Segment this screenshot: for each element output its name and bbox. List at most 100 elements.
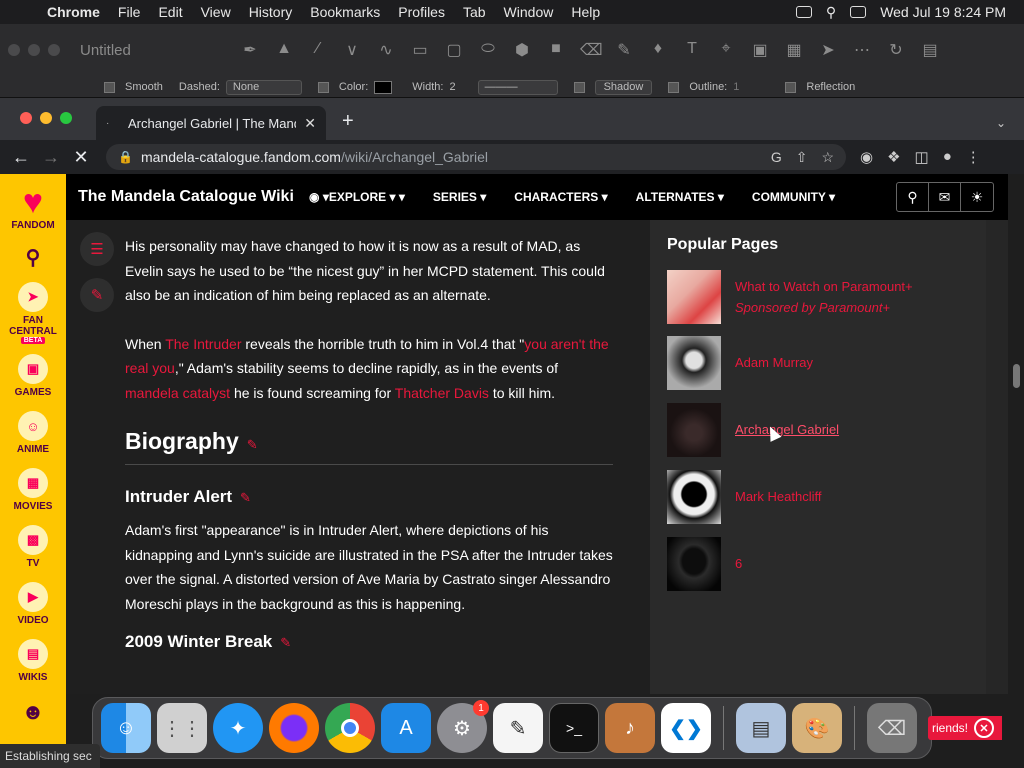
toc-button[interactable]: ☰ <box>80 232 114 266</box>
archangel-gabriel-thumbnail[interactable] <box>667 403 721 457</box>
crop-tool-icon[interactable]: ⌖ <box>716 40 736 60</box>
menu-view[interactable]: View <box>192 4 240 20</box>
bookmark-star-icon[interactable]: ☆ <box>821 149 834 166</box>
forward-icon[interactable]: → <box>36 147 66 168</box>
rotate-icon[interactable]: ↻ <box>886 40 906 60</box>
nav-characters[interactable]: CHARACTERS <box>514 190 607 204</box>
outline-field[interactable]: 1 <box>733 81 739 93</box>
side-panel-icon[interactable]: ◫ <box>915 148 929 166</box>
tab-search-chevron-icon[interactable]: ⌄ <box>996 116 1006 130</box>
image-icon[interactable]: ▤ <box>920 40 940 60</box>
close-tab-icon[interactable]: ✕ <box>304 115 316 132</box>
menu-window[interactable]: Window <box>495 4 563 20</box>
preview-icon[interactable]: ▤ <box>736 703 786 753</box>
google-lens-icon[interactable]: G <box>771 149 782 166</box>
popular-page-link[interactable]: What to Watch on Paramount+ <box>735 276 913 297</box>
discussions-icon[interactable]: ✉ <box>929 183 961 211</box>
popular-page-item[interactable]: 6 <box>667 537 742 591</box>
pencil-tool-icon[interactable]: ✎ <box>614 40 634 60</box>
selection-tool-icon[interactable]: ▦ <box>784 40 804 60</box>
popular-page-item[interactable]: Mark Heathcliff <box>667 470 821 524</box>
popular-page-item[interactable]: Archangel Gabriel <box>667 403 839 457</box>
popular-page-link[interactable]: Archangel Gabriel <box>735 403 839 457</box>
line-style-select[interactable]: ——— <box>477 79 558 95</box>
menubar-clock[interactable]: Wed Jul 19 8:24 PM <box>880 4 1006 20</box>
link-thatcher-davis[interactable]: Thatcher Davis <box>395 385 489 401</box>
curve-tool-icon[interactable]: ∿ <box>376 40 396 60</box>
resize-tool-icon[interactable]: ▣ <box>750 40 770 60</box>
address-bar[interactable]: 🔒 mandela-catalogue.fandom.com /wiki/Arc… <box>106 144 846 170</box>
shadow-checkbox[interactable] <box>573 81 585 93</box>
popular-page-item[interactable]: Adam Murray <box>667 336 813 390</box>
popular-page-link[interactable]: Mark Heathcliff <box>735 470 821 524</box>
rail-anime[interactable]: ☺ ANIME <box>0 411 66 455</box>
finder-icon[interactable]: ☺ <box>101 703 151 753</box>
menu-app-name[interactable]: Chrome <box>38 4 109 20</box>
garageband-icon[interactable]: ♪ <box>605 703 655 753</box>
link-mandela-catalyst[interactable]: mandela catalyst <box>125 385 230 401</box>
control-center-icon[interactable] <box>850 6 867 18</box>
lock-icon[interactable]: 🔒 <box>118 150 133 164</box>
edit-section-icon[interactable]: ✎ <box>247 437 258 452</box>
shadow-button[interactable]: Shadow <box>594 79 653 95</box>
width-field[interactable]: 2 <box>449 81 455 93</box>
menu-help[interactable]: Help <box>562 4 609 20</box>
trash-icon[interactable]: ⌫ <box>867 703 917 753</box>
nav-alternates[interactable]: ALTERNATES <box>636 190 724 204</box>
line-tool-icon[interactable]: ∕ <box>308 40 328 60</box>
rounded-rect-tool-icon[interactable]: ▢ <box>444 40 464 60</box>
invite-friends-banner[interactable]: riends! ✕ <box>928 716 1002 740</box>
profile-icon[interactable]: ● <box>943 148 952 166</box>
menu-file[interactable]: File <box>109 4 150 20</box>
back-icon[interactable]: ← <box>6 147 36 168</box>
rail-tv[interactable]: ▩ TV <box>0 525 66 569</box>
browser-tab[interactable]: · Archangel Gabriel | The Mande ✕ <box>96 106 326 140</box>
polygon-tool-icon[interactable]: ⬢ <box>512 40 532 60</box>
terminal-icon[interactable]: >_ <box>549 703 599 753</box>
stop-loading-icon[interactable]: ✕ <box>66 147 96 168</box>
polyline-tool-icon[interactable]: ∨ <box>342 40 362 60</box>
share-icon[interactable]: ⇧ <box>796 149 808 166</box>
menu-bookmarks[interactable]: Bookmarks <box>301 4 389 20</box>
close-window-button[interactable] <box>20 112 32 124</box>
paint-bucket-icon[interactable]: ▲ <box>274 40 294 60</box>
link-the-intruder[interactable]: The Intruder <box>165 336 241 352</box>
edit-page-button[interactable]: ✎ <box>80 278 114 312</box>
shapes-tool-icon[interactable]: ♦ <box>648 40 668 60</box>
fill-rect-tool-icon[interactable]: ■ <box>546 40 566 60</box>
minimize-window-button[interactable] <box>40 112 52 124</box>
paramount-thumbnail[interactable] <box>667 270 721 324</box>
menu-history[interactable]: History <box>240 4 302 20</box>
adam-murray-thumbnail[interactable] <box>667 336 721 390</box>
nav-series[interactable]: SERIES <box>433 190 486 204</box>
system-settings-icon[interactable]: ⚙ 1 <box>437 700 489 753</box>
edit-section-icon[interactable]: ✎ <box>280 635 291 650</box>
extension-icon[interactable]: ◉ <box>860 148 873 166</box>
text-tool-icon[interactable]: T <box>682 40 702 60</box>
rectangle-tool-icon[interactable]: ▭ <box>410 40 430 60</box>
chrome-menu-icon[interactable]: ⋮ <box>966 148 981 166</box>
page-scrollbar[interactable] <box>1008 174 1024 744</box>
menu-edit[interactable]: Edit <box>149 4 191 20</box>
wiki-search-icon[interactable]: ⚲ <box>897 183 929 211</box>
edit-section-icon[interactable]: ✎ <box>240 490 251 505</box>
scrollbar-thumb[interactable] <box>1013 364 1020 388</box>
rail-account[interactable]: ☻ <box>0 699 66 725</box>
nav-community[interactable]: COMMUNITY <box>752 190 835 204</box>
smooth-checkbox[interactable] <box>104 81 115 93</box>
app-store-icon[interactable]: A <box>381 703 431 753</box>
rail-fan-central[interactable]: ➤ FAN CENTRAL BETA <box>0 282 66 344</box>
eyedropper-icon[interactable]: ✒ <box>240 40 260 60</box>
rail-video[interactable]: ▶ VIDEO <box>0 582 66 626</box>
rail-search[interactable]: ⚲ <box>0 245 66 270</box>
launchpad-icon[interactable]: ⋮⋮ <box>157 703 207 753</box>
more-options-icon[interactable]: ⋯ <box>852 40 872 60</box>
popular-page-item[interactable]: What to Watch on Paramount+ Sponsored by… <box>667 270 913 324</box>
close-banner-icon[interactable]: ✕ <box>974 718 995 738</box>
paintbrush-icon[interactable]: 🎨 <box>792 703 842 753</box>
chrome-icon[interactable] <box>325 703 375 753</box>
rail-games[interactable]: ▣ GAMES <box>0 354 66 398</box>
spotlight-icon[interactable]: ⚲ <box>826 4 836 21</box>
popular-page-link[interactable]: 6 <box>735 537 742 591</box>
theme-toggle-icon[interactable]: ☀ <box>961 183 993 211</box>
